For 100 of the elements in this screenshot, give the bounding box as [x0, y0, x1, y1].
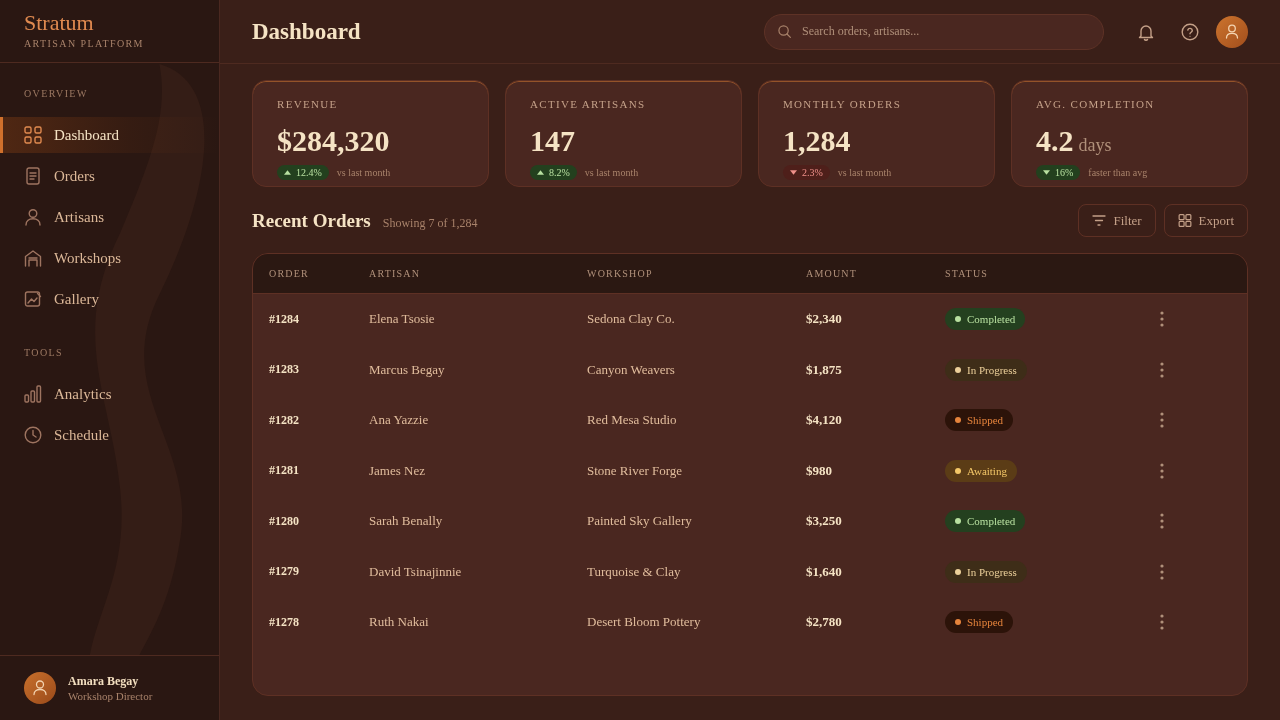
table-cell-text: Sarah Benally	[369, 513, 444, 530]
table-cell-text: $1,640	[806, 563, 843, 580]
stat-note: vs last month	[837, 167, 892, 178]
table-cell-text: Stone River Forge	[587, 462, 684, 479]
stat-label: MONTHLY ORDERS	[783, 97, 903, 111]
table-cell-text: Ana Yazzie	[369, 412, 430, 429]
stat-value: 1,284	[783, 124, 851, 158]
table-cell-text: Painted Sky Gallery	[587, 513, 693, 530]
bar-chart-icon	[24, 385, 42, 403]
stat-note: faster than avg	[1088, 167, 1148, 178]
column-header: AMOUNT	[806, 268, 859, 279]
status-dot-icon	[955, 316, 961, 323]
image-icon	[24, 290, 42, 308]
more-icon[interactable]	[1160, 361, 1164, 378]
table-cell-text: Sedona Clay Co.	[587, 311, 676, 328]
clock-icon	[24, 426, 42, 444]
stat-note: vs last month	[336, 167, 391, 178]
grid-icon	[1177, 214, 1192, 227]
building-icon	[24, 249, 42, 267]
table-cell-text: Marcus Begay	[369, 361, 446, 378]
results-count: Showing 7 of 1,284	[382, 215, 478, 231]
trend-value: 16%	[1055, 166, 1074, 180]
status-dot-icon	[955, 366, 961, 373]
table-cell-text: #1281	[269, 463, 300, 479]
nav-item[interactable]: Artisans	[0, 199, 219, 235]
column-header: ORDER	[269, 268, 310, 279]
status-text: Awaiting	[967, 463, 1007, 479]
stat-label: AVG. COMPLETION	[1036, 97, 1156, 111]
search-field[interactable]: Search orders, artisans...	[764, 13, 1104, 50]
nav-section-title: TOOLS	[23, 346, 65, 360]
table-cell-text: $2,780	[806, 614, 843, 631]
column-header: ARTISAN	[369, 268, 422, 279]
table-cell-text: #1283	[269, 362, 300, 378]
table-cell-text: Canyon Weavers	[587, 361, 676, 378]
grid-icon	[24, 126, 42, 144]
stat-note: vs last month	[584, 167, 639, 178]
status-dot-icon	[955, 568, 961, 575]
status-dot-icon	[955, 467, 961, 474]
table-cell-text: Turquoise & Clay	[587, 563, 682, 580]
table-cell-text: $980	[806, 462, 833, 479]
more-icon[interactable]	[1160, 462, 1164, 479]
brand-name: Stratum	[24, 10, 95, 36]
table-cell-text: #1282	[269, 412, 300, 428]
table-cell-text: $3,250	[806, 513, 843, 530]
more-icon[interactable]	[1160, 412, 1164, 429]
table-cell-text: #1280	[269, 513, 300, 529]
status-dot-icon	[955, 619, 961, 626]
person-icon	[24, 208, 42, 226]
status-dot-icon	[955, 417, 961, 424]
table-cell-text: $4,120	[806, 412, 843, 429]
more-icon[interactable]	[1160, 614, 1164, 631]
nav-item[interactable]: Analytics	[0, 376, 219, 412]
document-icon	[24, 167, 42, 185]
user-avatar-icon[interactable]	[1216, 15, 1248, 48]
stat-value: 4.2	[1036, 124, 1074, 158]
trend-value: 8.2%	[549, 166, 570, 180]
notification-bell-icon[interactable]	[1137, 22, 1155, 41]
status-text: In Progress	[967, 564, 1017, 580]
status-dot-icon	[955, 518, 961, 525]
column-header: STATUS	[945, 268, 990, 279]
brand-tagline: ARTISAN PLATFORM	[24, 38, 145, 49]
table-cell-text: David Tsinajinnie	[369, 563, 463, 580]
table-cell-text: Ruth Nakai	[369, 614, 430, 631]
status-text: Completed	[967, 312, 1016, 328]
stat-label: REVENUE	[277, 97, 339, 111]
table-cell-text: James Nez	[369, 462, 426, 479]
search-icon	[778, 25, 791, 38]
more-icon[interactable]	[1160, 311, 1164, 328]
status-text: In Progress	[967, 362, 1017, 378]
table-cell-text: Red Mesa Studio	[587, 412, 678, 429]
table-cell-text: Desert Bloom Pottery	[587, 614, 702, 631]
page-title: Dashboard	[252, 18, 361, 45]
stat-value: $284,320	[277, 124, 390, 158]
nav-item[interactable]: Workshops	[0, 240, 219, 276]
filter-button[interactable]: Filter	[1078, 204, 1156, 237]
trend-value: 2.3%	[802, 166, 823, 180]
table-cell-text: $1,875	[806, 361, 843, 378]
more-icon[interactable]	[1160, 563, 1164, 580]
nav-section-title: OVERVIEW	[23, 87, 89, 101]
export-button[interactable]: Export	[1163, 204, 1248, 237]
help-icon[interactable]	[1181, 22, 1199, 41]
user-role: Workshop Director	[68, 688, 153, 704]
status-text: Shipped	[967, 615, 1004, 631]
nav-item[interactable]: Schedule	[0, 417, 219, 453]
nav-item[interactable]: Gallery	[0, 281, 219, 317]
table-cell-text: #1279	[269, 564, 300, 580]
user-avatar-icon[interactable]	[24, 672, 56, 704]
filter-icon	[1092, 214, 1107, 227]
trend-value: 12.4%	[296, 166, 322, 180]
nav-item[interactable]: Orders	[0, 158, 219, 194]
table-cell-text: #1278	[269, 614, 300, 630]
table-cell-text: #1284	[269, 311, 300, 327]
more-icon[interactable]	[1160, 513, 1164, 530]
user-name: Amara Begay	[68, 672, 140, 689]
column-header: WORKSHOP	[587, 268, 654, 279]
table-cell-text: $2,340	[806, 311, 843, 328]
table-cell-text: Elena Tsosie	[369, 311, 436, 328]
stat-unit: days	[1078, 135, 1112, 156]
stat-value: 147	[530, 124, 575, 158]
status-text: Completed	[967, 514, 1016, 530]
